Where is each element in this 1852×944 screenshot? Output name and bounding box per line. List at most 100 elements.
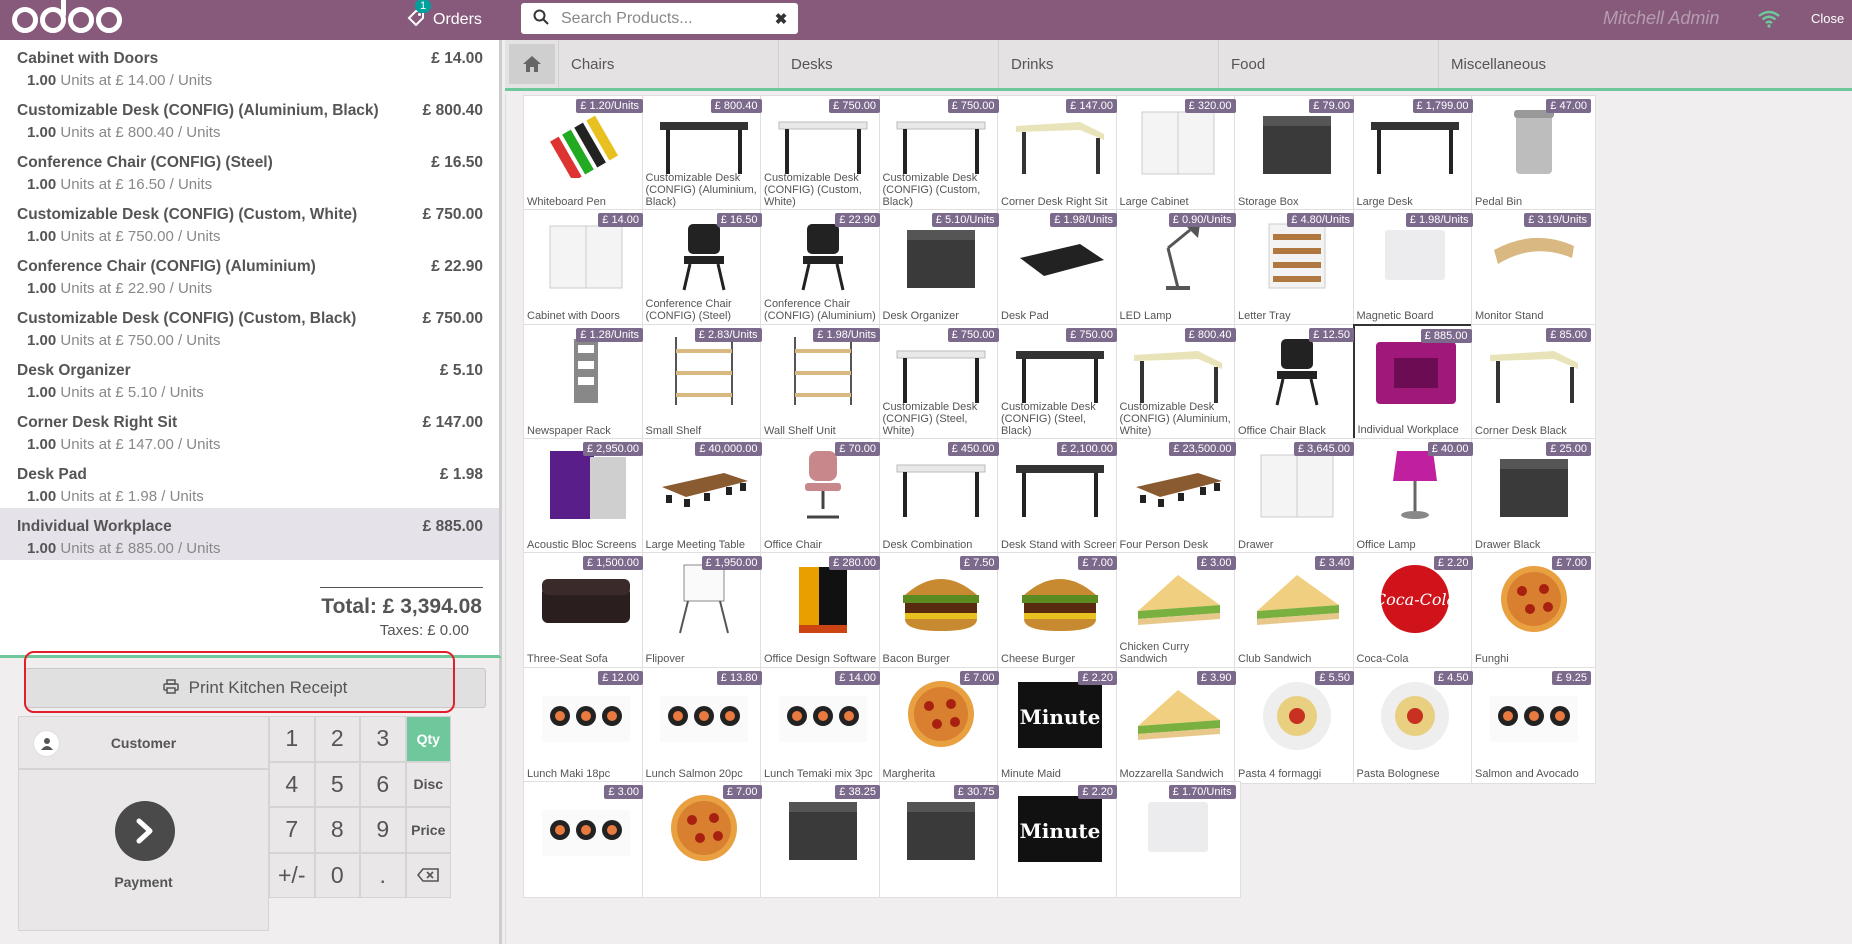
product-card[interactable]: £ 40.00 Office Lamp [1352,437,1478,555]
product-card[interactable]: £ 14.00 Cabinet with Doors [523,209,648,327]
order-line[interactable]: Conference Chair (CONFIG) (Aluminium) £ 2… [0,248,499,300]
product-card[interactable]: £ 3.90 Mozzarella Sandwich [1115,666,1241,784]
search-input[interactable] [561,4,770,33]
order-line[interactable]: Cabinet with Doors £ 14.00 1.00 Units at £… [0,40,499,92]
numpad-key[interactable]: 3 [360,716,406,762]
product-card[interactable]: £ 1.70/Units [1115,780,1241,898]
product-card[interactable]: £ 12.00 Lunch Maki 18pc [523,666,648,784]
product-card[interactable]: £ 2,950.00 Acoustic Bloc Screens [523,437,648,555]
product-card[interactable]: £ 79.00 Storage Box [1234,95,1359,212]
product-card[interactable]: £ 3,645.00 Drawer [1234,437,1359,555]
product-card[interactable]: £ 1.98/Units Wall Shelf Unit [760,323,885,441]
product-card[interactable]: £ 1,799.00 Large Desk [1352,95,1478,212]
numpad-key[interactable]: 1 [269,716,315,762]
close-button[interactable]: Close [1811,11,1844,26]
product-card[interactable]: £ 1.20/Units Whiteboard Pen [523,95,648,212]
category-food[interactable]: Food [1218,40,1438,88]
order-line[interactable]: Desk Organizer £ 5.10 1.00 Units at £ 5.10… [0,352,499,404]
numpad-key[interactable]: 4 [269,761,315,807]
product-card[interactable]: £ 23,500.00 Four Person Desk [1115,437,1241,555]
category-chairs[interactable]: Chairs [558,40,778,88]
mode-qty-button[interactable]: Qty [405,716,451,762]
mode-disc-button[interactable]: Disc [405,761,451,807]
home-icon[interactable] [509,44,555,84]
product-card[interactable]: £ 280.00 Office Design Software [760,552,885,670]
product-card[interactable]: £ 7.00 Cheese Burger [997,552,1122,670]
customer-button[interactable]: Customer [18,716,269,769]
product-card[interactable]: £ 3.19/Units Monitor Stand [1471,209,1596,327]
product-card[interactable]: £ 320.00 Large Cabinet [1115,95,1241,212]
product-card[interactable]: £ 800.40 Customizable Desk (CONFIG) (Alum… [1115,323,1241,441]
order-line[interactable]: Customizable Desk (CONFIG) (Aluminium, B… [0,92,499,144]
category-miscellaneous[interactable]: Miscellaneous [1438,40,1658,88]
product-card[interactable]: £ 25.00 Drawer Black [1471,437,1596,555]
numpad-key[interactable]: 9 [360,807,406,853]
order-line[interactable]: Conference Chair (CONFIG) (Steel) £ 16.50… [0,144,499,196]
product-card[interactable]: £ 40,000.00 Large Meeting Table [641,437,767,555]
product-card[interactable]: £ 1.98/Units Desk Pad [997,209,1122,327]
product-card[interactable]: £ 30.75 [878,780,1004,898]
numpad-key[interactable]: 7 [269,807,315,853]
product-card[interactable]: £ 16.50 Conference Chair (CONFIG) (Steel) [641,209,767,327]
product-card[interactable]: £ 85.00 Corner Desk Black [1471,323,1596,441]
product-card[interactable]: £ 3.40 Club Sandwich [1234,552,1359,670]
product-card[interactable]: £ 1.28/Units Newspaper Rack [523,323,648,441]
product-card[interactable]: £ 47.00 Pedal Bin [1471,95,1596,212]
product-card[interactable]: £ 7.00 Margherita [878,666,1004,784]
product-card[interactable]: Minute £ 2.20 [997,780,1122,898]
order-line[interactable]: Customizable Desk (CONFIG) (Custom, Whit… [0,196,499,248]
product-card[interactable]: Coca-Cola £ 2.20 Coca-Cola [1352,552,1478,670]
order-line[interactable]: Individual Workplace £ 885.00 1.00 Units a… [0,508,499,560]
orders-button[interactable]: 1 Orders [407,0,482,40]
product-card[interactable]: £ 4.80/Units Letter Tray [1234,209,1359,327]
product-card[interactable]: £ 5.10/Units Desk Organizer [878,209,1004,327]
numpad-key[interactable]: 2 [314,716,360,762]
order-line[interactable]: Desk Pad £ 1.98 1.00 Units at £ 1.98 / Uni… [0,456,499,508]
category-drinks[interactable]: Drinks [998,40,1218,88]
mode-price-button[interactable]: Price [405,807,451,853]
product-card[interactable]: £ 0.90/Units LED Lamp [1115,209,1241,327]
product-card[interactable]: £ 450.00 Desk Combination [878,437,1004,555]
product-card[interactable]: £ 750.00 Customizable Desk (CONFIG) (Cust… [878,95,1004,212]
product-card[interactable]: £ 7.00 [641,780,767,898]
print-kitchen-receipt-button[interactable]: Print Kitchen Receipt [24,668,486,708]
numpad-key[interactable]: . [360,852,406,898]
product-card[interactable]: Minute £ 2.20 Minute Maid [997,666,1122,784]
product-card[interactable]: £ 5.50 Pasta 4 formaggi [1234,666,1359,784]
product-card[interactable]: £ 1.98/Units Magnetic Board [1352,209,1478,327]
product-card[interactable]: £ 4.50 Pasta Bolognese [1352,666,1478,784]
product-card[interactable]: £ 3.00 Chicken Curry Sandwich [1115,552,1241,670]
numpad-key[interactable]: 6 [360,761,406,807]
category-desks[interactable]: Desks [778,40,998,88]
numpad-key[interactable]: +/- [269,852,315,898]
product-card[interactable]: £ 1,950.00 Flipover [641,552,767,670]
numpad-key[interactable]: 5 [314,761,360,807]
order-line[interactable]: Corner Desk Right Sit £ 147.00 1.00 Units … [0,404,499,456]
user-name[interactable]: Mitchell Admin [1603,8,1719,29]
product-card[interactable]: £ 7.00 Funghi [1471,552,1596,670]
backspace-icon[interactable] [405,852,451,898]
product-card[interactable]: £ 14.00 Lunch Temaki mix 3pc [760,666,885,784]
product-card[interactable]: £ 147.00 Corner Desk Right Sit [997,95,1122,212]
product-card[interactable]: £ 885.00 Individual Workplace [1352,323,1478,441]
product-card[interactable]: £ 750.00 Customizable Desk (CONFIG) (Cust… [760,95,885,212]
product-card[interactable]: £ 38.25 [760,780,885,898]
product-card[interactable]: £ 70.00 Office Chair [760,437,885,555]
product-card[interactable]: £ 1,500.00 Three-Seat Sofa [523,552,648,670]
product-card[interactable]: £ 7.50 Bacon Burger [878,552,1004,670]
product-card[interactable]: £ 3.00 [523,780,648,898]
product-card[interactable]: £ 9.25 Salmon and Avocado [1471,666,1596,784]
numpad-key[interactable]: 0 [314,852,360,898]
product-card[interactable]: £ 13.80 Lunch Salmon 20pc [641,666,767,784]
order-line[interactable]: Customizable Desk (CONFIG) (Custom, Blac… [0,300,499,352]
product-card[interactable]: £ 22.90 Conference Chair (CONFIG) (Alumin… [760,209,885,327]
product-card[interactable]: £ 2,100.00 Desk Stand with Screen [997,437,1122,555]
numpad-key[interactable]: 8 [314,807,360,853]
product-card[interactable]: £ 2.83/Units Small Shelf [641,323,767,441]
product-card[interactable]: £ 750.00 Customizable Desk (CONFIG) (Stee… [997,323,1122,441]
product-card[interactable]: £ 750.00 Customizable Desk (CONFIG) (Stee… [878,323,1004,441]
product-card[interactable]: £ 800.40 Customizable Desk (CONFIG) (Alum… [641,95,767,212]
product-card[interactable]: £ 12.50 Office Chair Black [1234,323,1359,441]
payment-button[interactable]: Payment [18,769,269,931]
clear-search-icon[interactable]: ✖ [770,10,792,28]
